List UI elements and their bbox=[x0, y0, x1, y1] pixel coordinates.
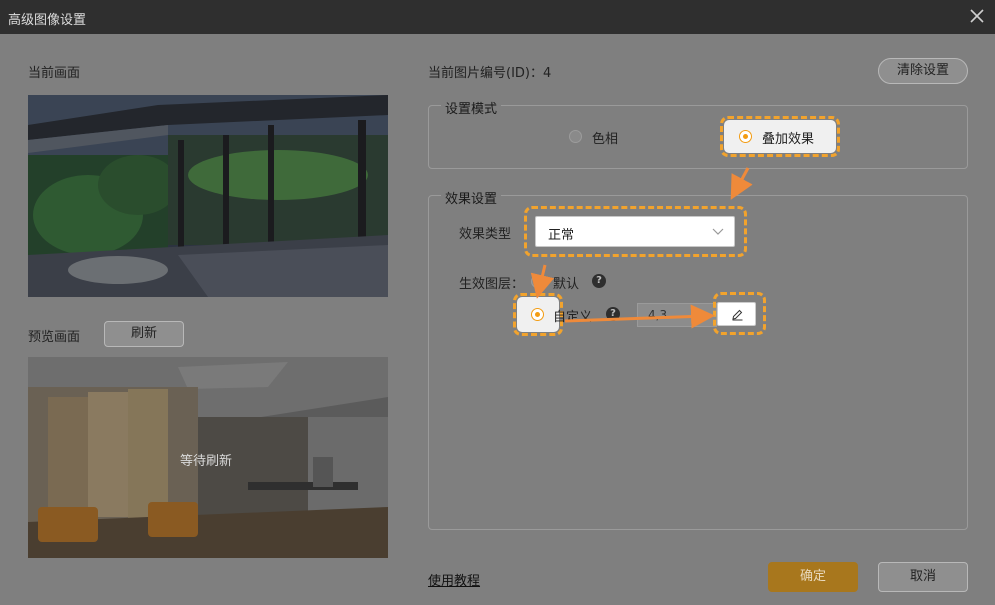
setting-mode-title: 设置模式 bbox=[441, 98, 502, 117]
layer-custom-label[interactable]: 自定义 bbox=[553, 306, 592, 325]
close-icon[interactable] bbox=[967, 6, 987, 26]
effect-type-label: 效果类型 bbox=[459, 227, 512, 242]
effect-settings-title: 效果设置 bbox=[441, 188, 502, 207]
dialog-title: 高级图像设置 bbox=[8, 13, 87, 28]
picture-id-label: 当前图片编号(ID)：4 bbox=[428, 66, 552, 81]
confirm-button[interactable]: 确定 bbox=[768, 562, 858, 592]
overlay-effect-radio[interactable] bbox=[739, 130, 752, 143]
tutorial-link[interactable]: 使用教程 bbox=[428, 570, 480, 589]
refresh-button[interactable]: 刷新 bbox=[104, 321, 184, 347]
custom-layer-value: 4,3 bbox=[648, 308, 668, 322]
chinese-pavilion-scene-image bbox=[28, 95, 388, 297]
effect-type-value: 正常 bbox=[548, 228, 575, 243]
cancel-button[interactable]: 取消 bbox=[878, 562, 968, 592]
chevron-down-icon bbox=[712, 228, 724, 235]
hue-radio[interactable] bbox=[569, 130, 582, 143]
preview-waiting-overlay: 等待刷新 bbox=[180, 454, 233, 469]
effect-type-select[interactable]: 正常 bbox=[535, 216, 735, 247]
hue-option-label[interactable]: 色相 bbox=[592, 128, 618, 147]
current-frame-image bbox=[28, 95, 388, 297]
layer-default-label[interactable]: 默认 bbox=[553, 273, 579, 292]
active-layer-label: 生效图层： bbox=[459, 277, 525, 292]
custom-layer-input[interactable]: 4,3 bbox=[637, 303, 717, 327]
clear-settings-button[interactable]: 清除设置 bbox=[878, 58, 968, 84]
title-bar: 高级图像设置 bbox=[0, 0, 995, 34]
layer-custom-radio[interactable] bbox=[531, 308, 544, 321]
edit-layer-button[interactable] bbox=[717, 302, 756, 326]
advanced-image-settings-dialog: 高级图像设置 当前画面 预览画面 刷新 等待刷新 当前图片编号(ID)：4 清除… bbox=[0, 0, 995, 605]
layer-default-radio[interactable] bbox=[531, 275, 544, 288]
setting-mode-group bbox=[428, 105, 968, 169]
preview-frame-label: 预览画面 bbox=[28, 330, 81, 345]
pencil-icon bbox=[732, 309, 743, 321]
layer-custom-help-icon[interactable]: ? bbox=[606, 307, 620, 321]
current-frame-label: 当前画面 bbox=[28, 66, 81, 81]
layer-default-help-icon[interactable]: ? bbox=[592, 274, 606, 288]
overlay-effect-label[interactable]: 叠加效果 bbox=[762, 128, 814, 147]
